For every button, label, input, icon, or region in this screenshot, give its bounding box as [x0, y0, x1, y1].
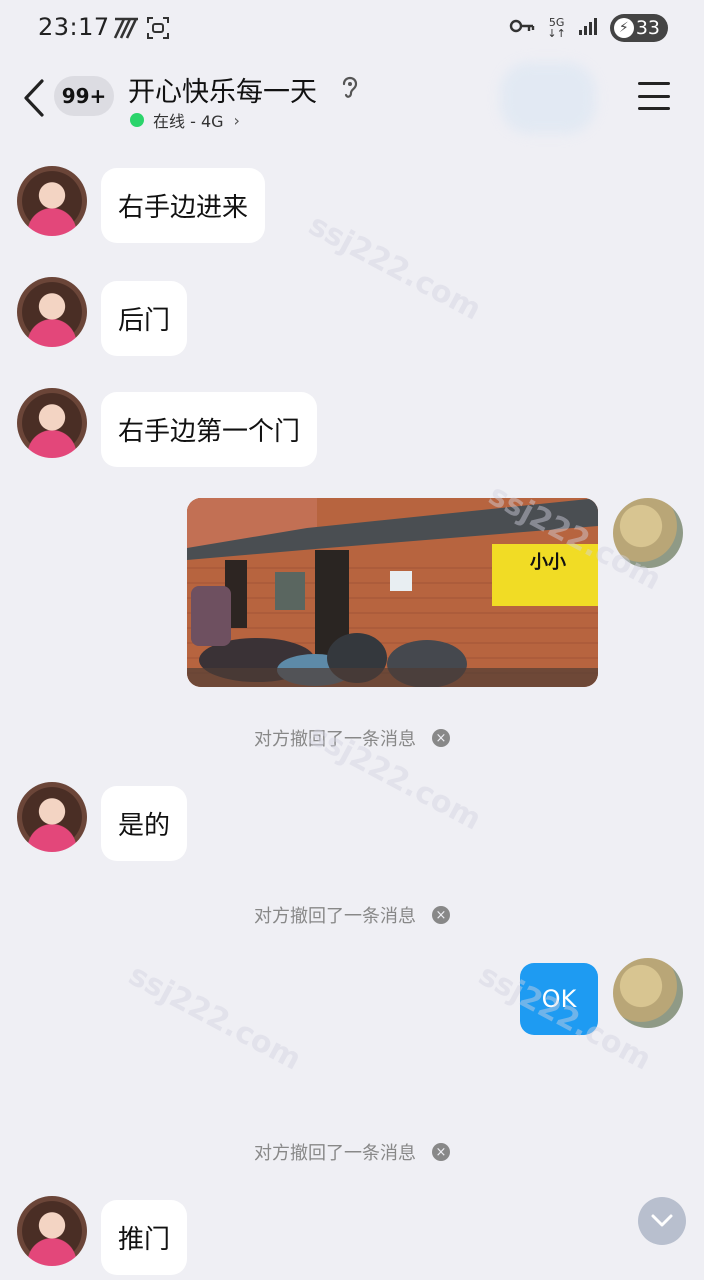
- sign-text: 小小: [530, 552, 566, 573]
- scan-icon: [146, 15, 170, 41]
- status-bar: 23:17 5G ↓↑ ⚡ 33: [0, 0, 704, 58]
- contact-avatar[interactable]: [17, 1196, 87, 1266]
- network-type: 5G ↓↑: [547, 16, 566, 40]
- message-row: 小小: [0, 498, 704, 690]
- chevron-down-icon: [651, 1214, 673, 1227]
- recall-notice: 对方撤回了一条消息 ×: [0, 1139, 704, 1165]
- message-bubble[interactable]: 后门: [101, 281, 188, 356]
- menu-line: [638, 82, 670, 85]
- message-row: 后门: [0, 277, 704, 357]
- battery-indicator: ⚡ 33: [609, 14, 668, 42]
- menu-line: [638, 107, 670, 110]
- message-bubble[interactable]: 右手边进来: [101, 168, 266, 243]
- key-icon: [509, 18, 535, 38]
- message-row: OK: [0, 958, 704, 1038]
- chat-title[interactable]: 开心快乐每一天: [128, 70, 317, 109]
- battery-level: 33: [635, 17, 660, 39]
- cell-signal-icon: [578, 17, 598, 39]
- contact-avatar[interactable]: [17, 277, 87, 347]
- signal-app-icon: [112, 15, 140, 41]
- my-avatar[interactable]: [613, 498, 683, 568]
- my-message-bubble[interactable]: OK: [520, 963, 598, 1035]
- close-icon[interactable]: ×: [432, 1143, 450, 1161]
- street-photo: 小小: [187, 498, 598, 687]
- online-status-text: 在线 - 4G: [153, 112, 224, 131]
- menu-line: [638, 94, 670, 98]
- close-icon[interactable]: ×: [432, 906, 450, 924]
- message-row: 右手边第一个门: [0, 388, 704, 468]
- recall-notice: 对方撤回了一条消息 ×: [0, 902, 704, 928]
- charging-icon: ⚡: [613, 18, 634, 38]
- message-bubble[interactable]: 推门: [101, 1200, 188, 1275]
- image-message[interactable]: 小小: [187, 498, 598, 687]
- recall-text: 对方撤回了一条消息: [254, 1143, 416, 1164]
- message-row: 右手边进来: [0, 166, 704, 246]
- contact-avatar[interactable]: [17, 782, 87, 852]
- recall-notice: 对方撤回了一条消息 ×: [0, 725, 704, 751]
- message-row: 是的: [0, 782, 704, 862]
- contact-avatar[interactable]: [17, 388, 87, 458]
- back-button[interactable]: [16, 74, 52, 122]
- recall-text: 对方撤回了一条消息: [254, 906, 416, 927]
- online-status[interactable]: 在线 - 4G ›: [130, 108, 240, 132]
- contact-avatar[interactable]: [17, 166, 87, 236]
- chevron-left-icon: [24, 79, 44, 117]
- menu-button[interactable]: [638, 82, 670, 110]
- my-avatar[interactable]: [613, 958, 683, 1028]
- recall-text: 对方撤回了一条消息: [254, 729, 416, 750]
- message-bubble[interactable]: 是的: [101, 786, 188, 861]
- unread-count-badge[interactable]: 99+: [54, 76, 114, 116]
- chevron-right-icon: ›: [233, 110, 240, 130]
- close-icon[interactable]: ×: [432, 729, 450, 747]
- earpiece-mode-icon[interactable]: [338, 72, 362, 102]
- message-row: 推门: [0, 1196, 704, 1276]
- status-time: 23:17: [38, 13, 110, 41]
- online-dot-icon: [130, 113, 144, 127]
- message-bubble[interactable]: 右手边第一个门: [101, 392, 318, 467]
- scroll-to-bottom-button[interactable]: [638, 1197, 686, 1245]
- chat-header: 99+ 开心快乐每一天 在线 - 4G ›: [0, 58, 704, 142]
- blurred-overlay: [500, 62, 596, 134]
